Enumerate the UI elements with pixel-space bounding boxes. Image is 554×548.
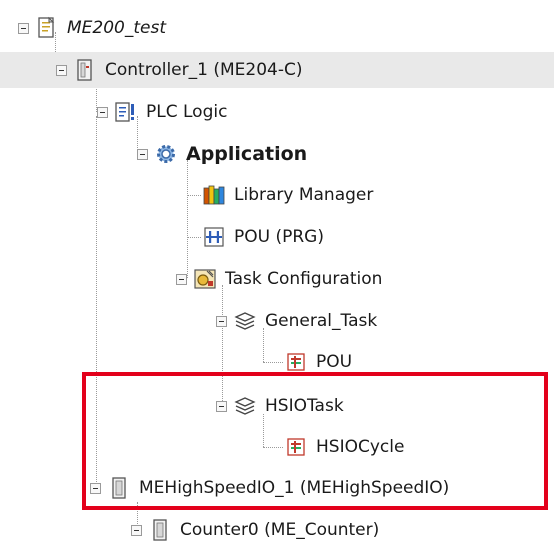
tree-item-hsio-cycle[interactable]: HSIOCycle: [284, 429, 404, 465]
collapse-toggle[interactable]: [56, 64, 67, 76]
tree-item-project[interactable]: ME200_test: [18, 10, 166, 46]
program-call-icon: [284, 350, 308, 374]
library-books-icon: [202, 183, 226, 207]
tree-item-label: ME200_test: [67, 18, 167, 38]
collapse-toggle[interactable]: [216, 315, 227, 327]
tree-item-application[interactable]: Application: [137, 136, 307, 172]
device-module-icon: [148, 518, 172, 542]
tree-item-label: HSIOCycle: [316, 437, 405, 457]
device-module-icon: [107, 476, 131, 500]
task-configuration-icon: [193, 267, 217, 291]
tree-item-high-speed-io[interactable]: MEHighSpeedIO_1 (MEHighSpeedIO): [90, 470, 449, 506]
tree-item-label: POU: [316, 352, 353, 372]
plc-logic-icon: [114, 100, 138, 124]
tree-item-label: POU (PRG): [234, 227, 324, 247]
device-tree: ME200_test Controller_1 (ME204-C) PLC Lo…: [0, 0, 554, 545]
tree-item-label: Task Configuration: [225, 269, 383, 289]
tree-item-controller[interactable]: Controller_1 (ME204-C): [0, 52, 554, 88]
tree-item-general-task[interactable]: General_Task: [216, 303, 377, 339]
tree-item-plc-logic[interactable]: PLC Logic: [97, 94, 227, 130]
tree-item-label: Library Manager: [234, 185, 374, 205]
tree-item-label: Application: [186, 143, 308, 165]
tree-item-task-configuration[interactable]: Task Configuration: [176, 261, 382, 297]
tree-item-label: General_Task: [265, 311, 378, 331]
collapse-toggle[interactable]: [216, 400, 227, 412]
collapse-toggle[interactable]: [131, 524, 142, 536]
tree-item-label: MEHighSpeedIO_1 (MEHighSpeedIO): [139, 478, 450, 498]
tree-item-label: PLC Logic: [146, 102, 228, 122]
tree-item-hsio-task[interactable]: HSIOTask: [216, 388, 344, 424]
controller-icon: [73, 58, 97, 82]
project-icon: [35, 16, 59, 40]
tree-item-label: HSIOTask: [265, 396, 344, 416]
collapse-toggle[interactable]: [90, 482, 101, 494]
gear-icon: [154, 142, 178, 166]
collapse-toggle[interactable]: [18, 22, 29, 34]
collapse-toggle[interactable]: [176, 273, 187, 285]
program-call-icon: [284, 435, 308, 459]
tree-item-library-manager[interactable]: Library Manager: [202, 177, 373, 213]
tree-item-pou-prg[interactable]: POU (PRG): [202, 219, 324, 255]
task-stack-icon: [233, 394, 257, 418]
tree-item-pou-call[interactable]: POU: [284, 344, 352, 380]
collapse-toggle[interactable]: [97, 106, 108, 118]
tree-item-label: Counter0 (ME_Counter): [180, 520, 380, 540]
task-stack-icon: [233, 309, 257, 333]
program-pou-icon: [202, 225, 226, 249]
collapse-toggle[interactable]: [137, 148, 148, 160]
tree-item-label: Controller_1 (ME204-C): [105, 60, 303, 80]
tree-item-counter0[interactable]: Counter0 (ME_Counter): [131, 512, 379, 548]
